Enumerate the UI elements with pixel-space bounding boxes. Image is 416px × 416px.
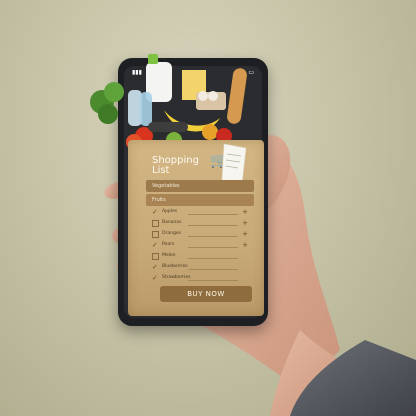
divider — [188, 214, 238, 215]
groceries-illustration — [90, 54, 247, 150]
item-name: Apples — [162, 209, 178, 214]
photo-scene: ▮▮▮ ◠ ▭ Shopping List — [0, 0, 416, 416]
checkmark-icon[interactable]: ✓ — [152, 242, 158, 249]
item-name: Melon — [162, 253, 176, 258]
divider — [188, 247, 238, 248]
divider — [188, 280, 238, 281]
checkbox[interactable] — [152, 220, 159, 227]
list-item-strawberries[interactable]: ✓ Strawberries — [152, 274, 248, 285]
add-icon[interactable]: + — [242, 219, 248, 227]
checkmark-icon[interactable]: ✓ — [152, 264, 158, 271]
checkmark-icon[interactable]: ✓ — [152, 275, 158, 282]
tab-vegetables[interactable]: Vegetables — [146, 180, 254, 192]
list-item-oranges[interactable]: Oranges + — [152, 230, 248, 241]
divider — [188, 258, 238, 259]
list-item-apples[interactable]: ✓ Apples + — [152, 208, 248, 219]
add-icon[interactable]: + — [242, 208, 248, 216]
list-item-blueberries[interactable]: ✓ Blueberries — [152, 263, 248, 274]
list-item-bananas[interactable]: Bananas + — [152, 219, 248, 230]
checkbox[interactable] — [152, 231, 159, 238]
add-icon[interactable]: + — [242, 241, 248, 249]
shopping-items-list: ✓ Apples + Bananas + Oranges + ✓ Pears +… — [152, 208, 248, 285]
item-name: Pears — [162, 242, 175, 247]
tab-fruits[interactable]: Fruits — [146, 194, 254, 206]
item-name: Oranges — [162, 231, 181, 236]
list-item-pears[interactable]: ✓ Pears + — [152, 241, 248, 252]
item-name: Strawberries — [162, 275, 191, 280]
add-icon[interactable]: + — [242, 230, 248, 238]
item-name: Bananas — [162, 220, 182, 225]
buy-now-button[interactable]: BUY NOW — [160, 286, 252, 302]
divider — [188, 236, 238, 237]
divider — [188, 225, 238, 226]
tab-vegetables-label: Vegetables — [152, 183, 180, 189]
divider — [188, 269, 238, 270]
list-item-melon[interactable]: Melon — [152, 252, 248, 263]
checkmark-icon[interactable]: ✓ — [152, 209, 158, 216]
checkbox[interactable] — [152, 253, 159, 260]
tab-fruits-label: Fruits — [152, 197, 166, 203]
item-name: Blueberries — [162, 264, 188, 269]
